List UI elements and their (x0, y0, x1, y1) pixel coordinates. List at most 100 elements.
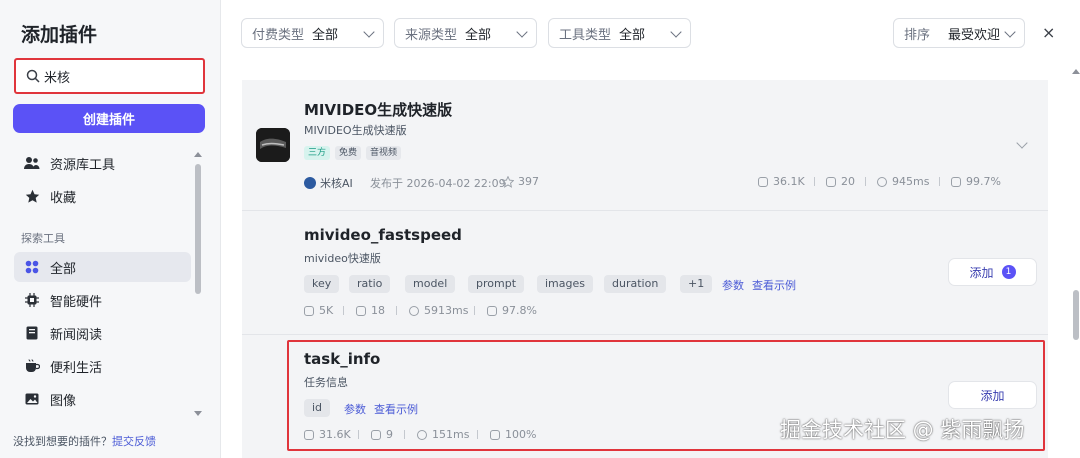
sidebar-item-library-tools[interactable]: 资源库工具 (14, 148, 191, 178)
close-icon[interactable]: × (1042, 23, 1055, 42)
panel-title: 添加插件 (21, 24, 98, 46)
stat-latency: 5913ms (409, 304, 468, 317)
stat-value: 5K (319, 304, 334, 317)
chevron-down-icon (670, 26, 682, 38)
stat-divider (865, 177, 866, 186)
sidebar-item-image[interactable]: 图像 (14, 384, 191, 414)
author-logo-icon (304, 177, 316, 189)
clock-icon (409, 305, 419, 316)
param-chip: key (304, 275, 340, 293)
tool-title[interactable]: mivideo_fastspeed (304, 226, 462, 244)
stat-calls: 36.1K (758, 175, 805, 188)
sidebar-footer: 没找到想要的插件？提交反馈 (13, 433, 156, 449)
param-chip: prompt (468, 275, 525, 293)
stat-latency: 945ms (877, 175, 929, 188)
feedback-link[interactable]: 提交反馈 (112, 435, 156, 448)
sort-select[interactable]: 排序 最受欢迎 (893, 18, 1025, 48)
create-plugin-button[interactable]: 创建插件 (13, 104, 205, 133)
chip-icon (24, 292, 40, 308)
tag-free: 免费 (335, 146, 362, 160)
author-name: 米核AI (320, 177, 353, 190)
view-example-link[interactable]: 查看示例 (752, 277, 796, 293)
main-scrollbar[interactable] (1071, 66, 1080, 458)
stat-value: 97.8% (502, 304, 537, 317)
stat-value: 20 (841, 175, 855, 188)
watermark: 掘金技术社区 @ 紫雨飘扬 (780, 418, 1025, 442)
grid-icon (24, 259, 40, 275)
sidebar-item-all[interactable]: 全部 (14, 252, 191, 282)
stat-value: 945ms (892, 175, 930, 188)
filter-source-type[interactable]: 来源类型 全部 (394, 18, 537, 48)
scroll-up-arrow-icon[interactable] (1072, 69, 1080, 74)
sidebar-item-smart-hardware[interactable]: 智能硬件 (14, 285, 191, 315)
filter-tool-type[interactable]: 工具类型 全部 (548, 18, 691, 48)
sort-value: 最受欢迎 (948, 27, 1001, 43)
stat-success-rate: 99.7% (951, 175, 1001, 188)
stat-value: 36.1K (773, 175, 805, 188)
search-box[interactable] (14, 58, 205, 94)
sidebar-item-favorites[interactable]: 收藏 (14, 181, 191, 211)
stat-divider (343, 306, 344, 315)
plugin-title[interactable]: MIVIDEO生成快速版 (304, 99, 452, 120)
scroll-down-arrow-icon[interactable] (194, 411, 202, 416)
plugin-avatar (256, 128, 290, 162)
param-chip: duration (604, 275, 667, 293)
add-tool-button[interactable]: 添加 1 (948, 258, 1037, 286)
filter-label: 工具类型 (559, 27, 612, 43)
star-icon (24, 188, 40, 204)
sidebar-item-label: 新闻阅读 (50, 327, 103, 343)
search-input[interactable] (44, 66, 194, 86)
filter-value: 全部 (312, 27, 339, 43)
stat-divider (396, 306, 397, 315)
bot-icon (356, 305, 366, 316)
row-divider (242, 334, 1048, 335)
star-outline-icon (502, 175, 514, 188)
sidebar-item-news-reading[interactable]: 新闻阅读 (14, 318, 191, 348)
filter-value: 全部 (619, 27, 646, 43)
filter-label: 付费类型 (252, 27, 305, 43)
params-link[interactable]: 参数 (722, 277, 744, 293)
chevron-down-icon (516, 26, 528, 38)
filter-value: 全部 (465, 27, 492, 43)
scroll-thumb[interactable] (1073, 290, 1079, 340)
plugin-author: 米核AI (304, 175, 353, 191)
calls-icon (758, 176, 768, 187)
stat-divider (474, 306, 475, 315)
stat-calls: 5K (304, 304, 333, 317)
stars-count: 397 (518, 175, 539, 188)
scroll-thumb[interactable] (195, 164, 201, 294)
success-rate-icon (951, 176, 961, 187)
calls-icon (304, 305, 314, 316)
plugin-stars: 397 (502, 175, 539, 188)
coffee-icon (24, 358, 40, 374)
sidebar-item-label: 图像 (50, 393, 77, 409)
stat-divider (814, 177, 815, 186)
add-button-label: 添加 (969, 265, 994, 280)
stat-divider (939, 177, 940, 186)
scroll-up-arrow-icon[interactable] (194, 152, 202, 157)
sidebar-item-label: 资源库工具 (50, 157, 116, 173)
chevron-down-icon (1004, 26, 1016, 38)
param-more-chip[interactable]: +1 (680, 275, 713, 293)
stat-value: 18 (371, 304, 385, 317)
chevron-down-icon (363, 26, 375, 38)
users-icon (24, 155, 40, 171)
sidebar-scrollbar[interactable] (193, 150, 203, 418)
stat-success-rate: 97.8% (487, 304, 537, 317)
image-icon (24, 391, 40, 407)
success-rate-icon (487, 305, 497, 316)
sidebar-item-label: 便利生活 (50, 360, 103, 376)
row-divider (242, 210, 1048, 211)
plugin-subtitle: MIVIDEO生成快速版 (304, 124, 407, 137)
sort-label: 排序 (904, 27, 931, 43)
param-chip: ratio (349, 275, 391, 293)
stat-bots: 18 (356, 304, 385, 317)
bot-icon (826, 176, 836, 187)
section-label-explore: 探索工具 (21, 232, 65, 245)
filter-payment-type[interactable]: 付费类型 全部 (241, 18, 384, 48)
param-chip: model (405, 275, 456, 293)
param-chip: images (537, 275, 593, 293)
search-icon (26, 69, 40, 83)
sidebar-item-convenient-life[interactable]: 便利生活 (14, 351, 191, 381)
stat-bots: 20 (826, 175, 855, 188)
